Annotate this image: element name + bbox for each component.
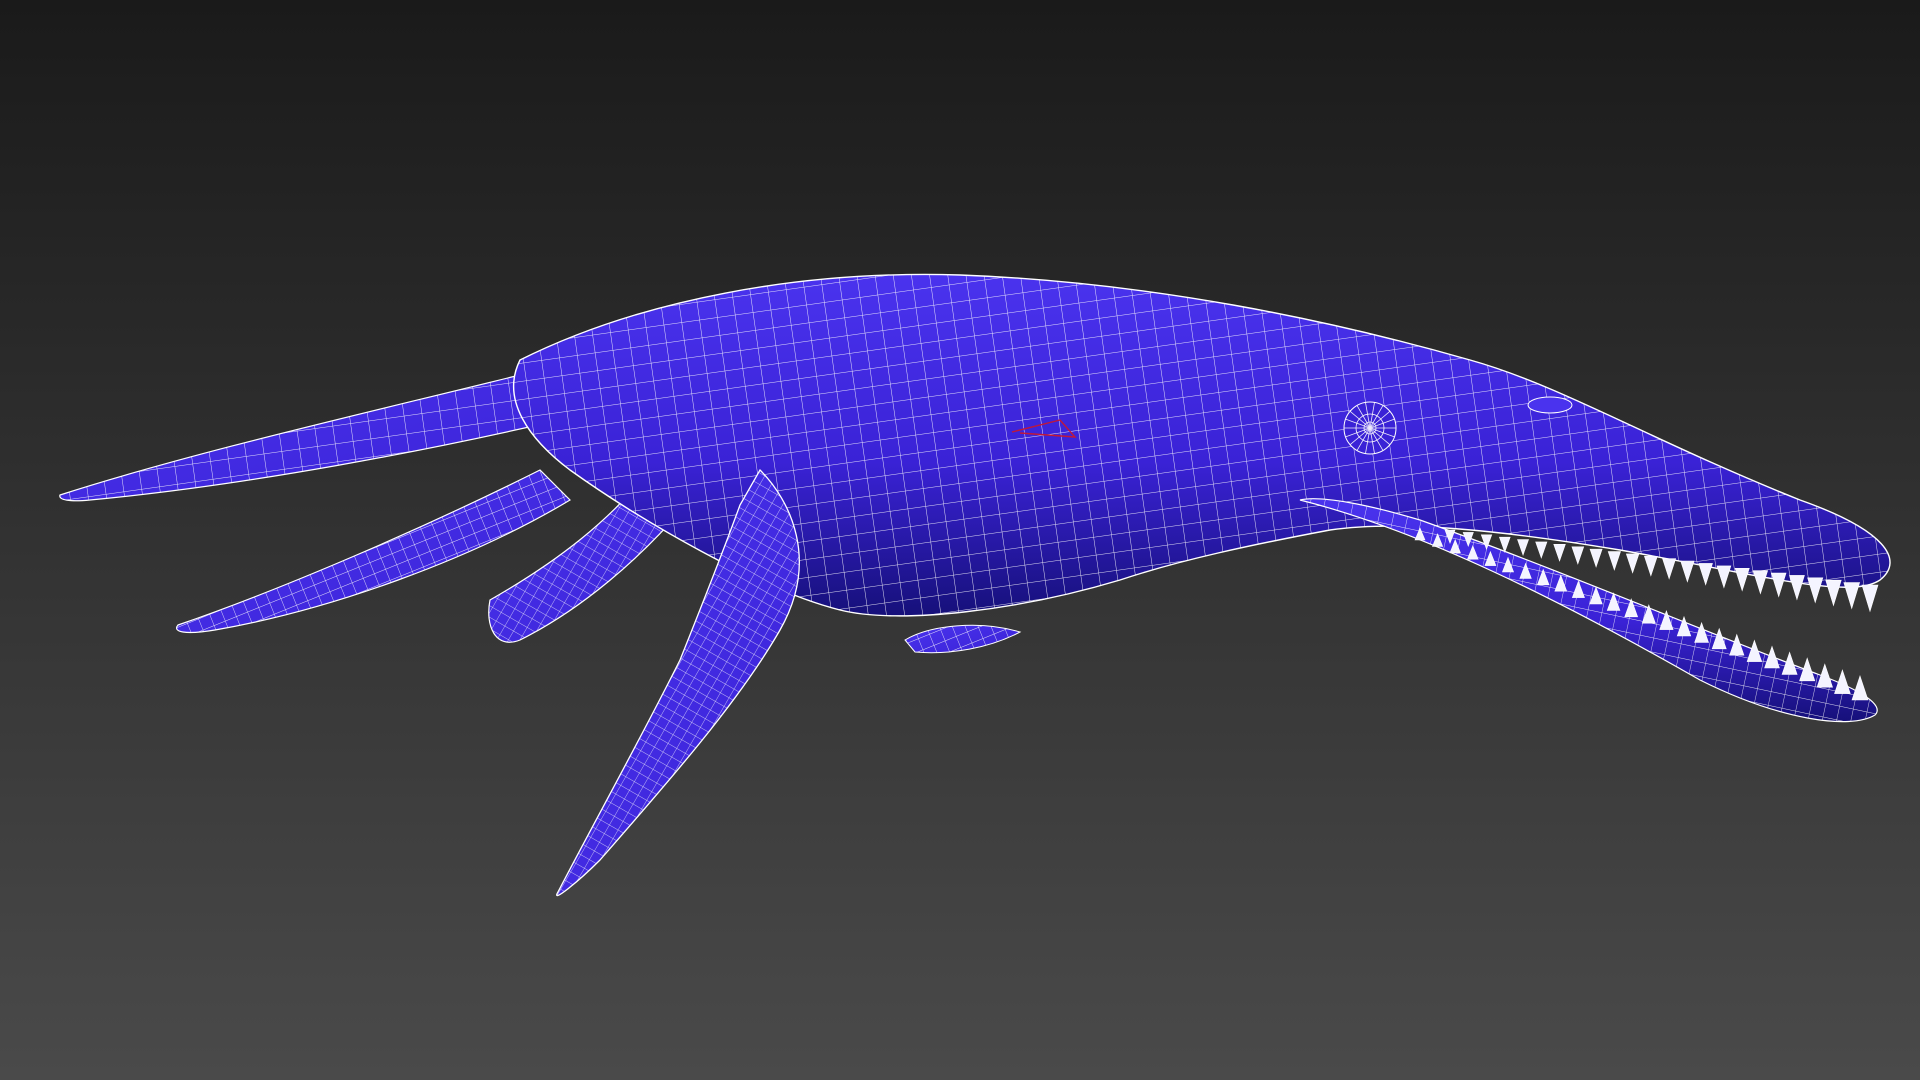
- nostril: [1527, 396, 1573, 414]
- viewport-canvas[interactable]: [0, 0, 1920, 1080]
- 3d-viewport[interactable]: [0, 0, 1920, 1080]
- eye: [1343, 401, 1397, 455]
